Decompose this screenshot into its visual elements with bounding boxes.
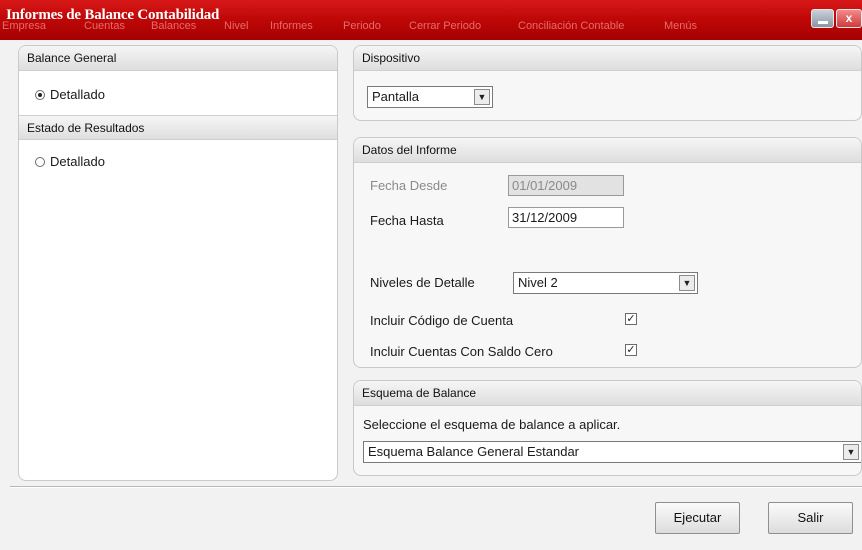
incluir-codigo-label: Incluir Código de Cuenta [370, 313, 514, 328]
minimize-icon [818, 21, 828, 24]
esquema-balance-header: Esquema de Balance [354, 381, 861, 406]
radio-label: Detallado [50, 154, 105, 169]
window-title: Informes de Balance Contabilidad [6, 7, 220, 23]
chevron-down-icon[interactable]: ▼ [679, 275, 695, 291]
checkmark-icon: ✓ [626, 344, 636, 356]
menu-item-informes[interactable]: Informes [270, 20, 313, 32]
niveles-detalle-selected-value: Nivel 2 [518, 275, 558, 290]
dispositivo-select[interactable]: Pantalla ▼ [367, 86, 493, 108]
dispositivo-selected-value: Pantalla [372, 89, 419, 104]
close-icon: x [845, 11, 853, 25]
esquema-instruction: Seleccione el esquema de balance a aplic… [363, 417, 621, 432]
niveles-detalle-label: Niveles de Detalle [370, 275, 475, 290]
esquema-balance-panel: Esquema de Balance Seleccione el esquema… [353, 380, 862, 476]
datos-informe-panel: Datos del Informe Fecha Desde 01/01/2009… [353, 137, 862, 368]
estado-resultados-detallado-radio[interactable]: Detallado [35, 154, 105, 169]
footer-divider [10, 486, 862, 488]
ejecutar-button[interactable]: Ejecutar [655, 502, 740, 534]
chevron-down-icon[interactable]: ▼ [474, 89, 490, 105]
niveles-detalle-select[interactable]: Nivel 2 ▼ [513, 272, 698, 294]
menu-item-menus[interactable]: Menús [664, 20, 697, 32]
balance-general-detallado-radio[interactable]: Detallado [35, 87, 105, 102]
menu-item-nivel[interactable]: Nivel [224, 20, 248, 32]
esquema-selected-value: Esquema Balance General Estandar [368, 444, 580, 459]
incluir-saldo-cero-checkbox[interactable]: ✓ [625, 344, 637, 356]
menu-item-conciliacion[interactable]: Conciliación Contable [518, 20, 624, 32]
fecha-desde-label: Fecha Desde [370, 178, 448, 193]
datos-informe-header: Datos del Informe [354, 138, 861, 163]
menu-item-cerrar-periodo[interactable]: Cerrar Periodo [409, 20, 481, 32]
balance-general-header: Balance General [19, 46, 337, 71]
salir-button[interactable]: Salir [768, 502, 853, 534]
close-button[interactable]: x [836, 9, 862, 28]
fecha-desde-input: 01/01/2009 [508, 175, 624, 196]
menu-item-periodo[interactable]: Periodo [343, 20, 381, 32]
dispositivo-panel: Dispositivo Pantalla ▼ [353, 45, 862, 121]
report-type-panel: Balance General Detallado Estado de Resu… [18, 45, 338, 481]
fecha-hasta-input[interactable]: 31/12/2009 [508, 207, 624, 228]
incluir-saldo-cero-label: Incluir Cuentas Con Saldo Cero [370, 344, 553, 359]
radio-selected-icon [35, 89, 45, 100]
dispositivo-header: Dispositivo [354, 46, 861, 71]
estado-resultados-header: Estado de Resultados [19, 115, 337, 140]
esquema-select[interactable]: Esquema Balance General Estandar ▼ [363, 441, 861, 463]
minimize-button[interactable] [811, 9, 834, 28]
radio-label: Detallado [50, 87, 105, 102]
checkmark-icon: ✓ [626, 313, 636, 325]
radio-unselected-icon [35, 156, 45, 167]
chevron-down-icon[interactable]: ▼ [843, 444, 859, 460]
title-bar: Empresa Cuentas Balances Nivel Informes … [0, 0, 862, 40]
fecha-hasta-label: Fecha Hasta [370, 213, 444, 228]
incluir-codigo-checkbox[interactable]: ✓ [625, 313, 637, 325]
